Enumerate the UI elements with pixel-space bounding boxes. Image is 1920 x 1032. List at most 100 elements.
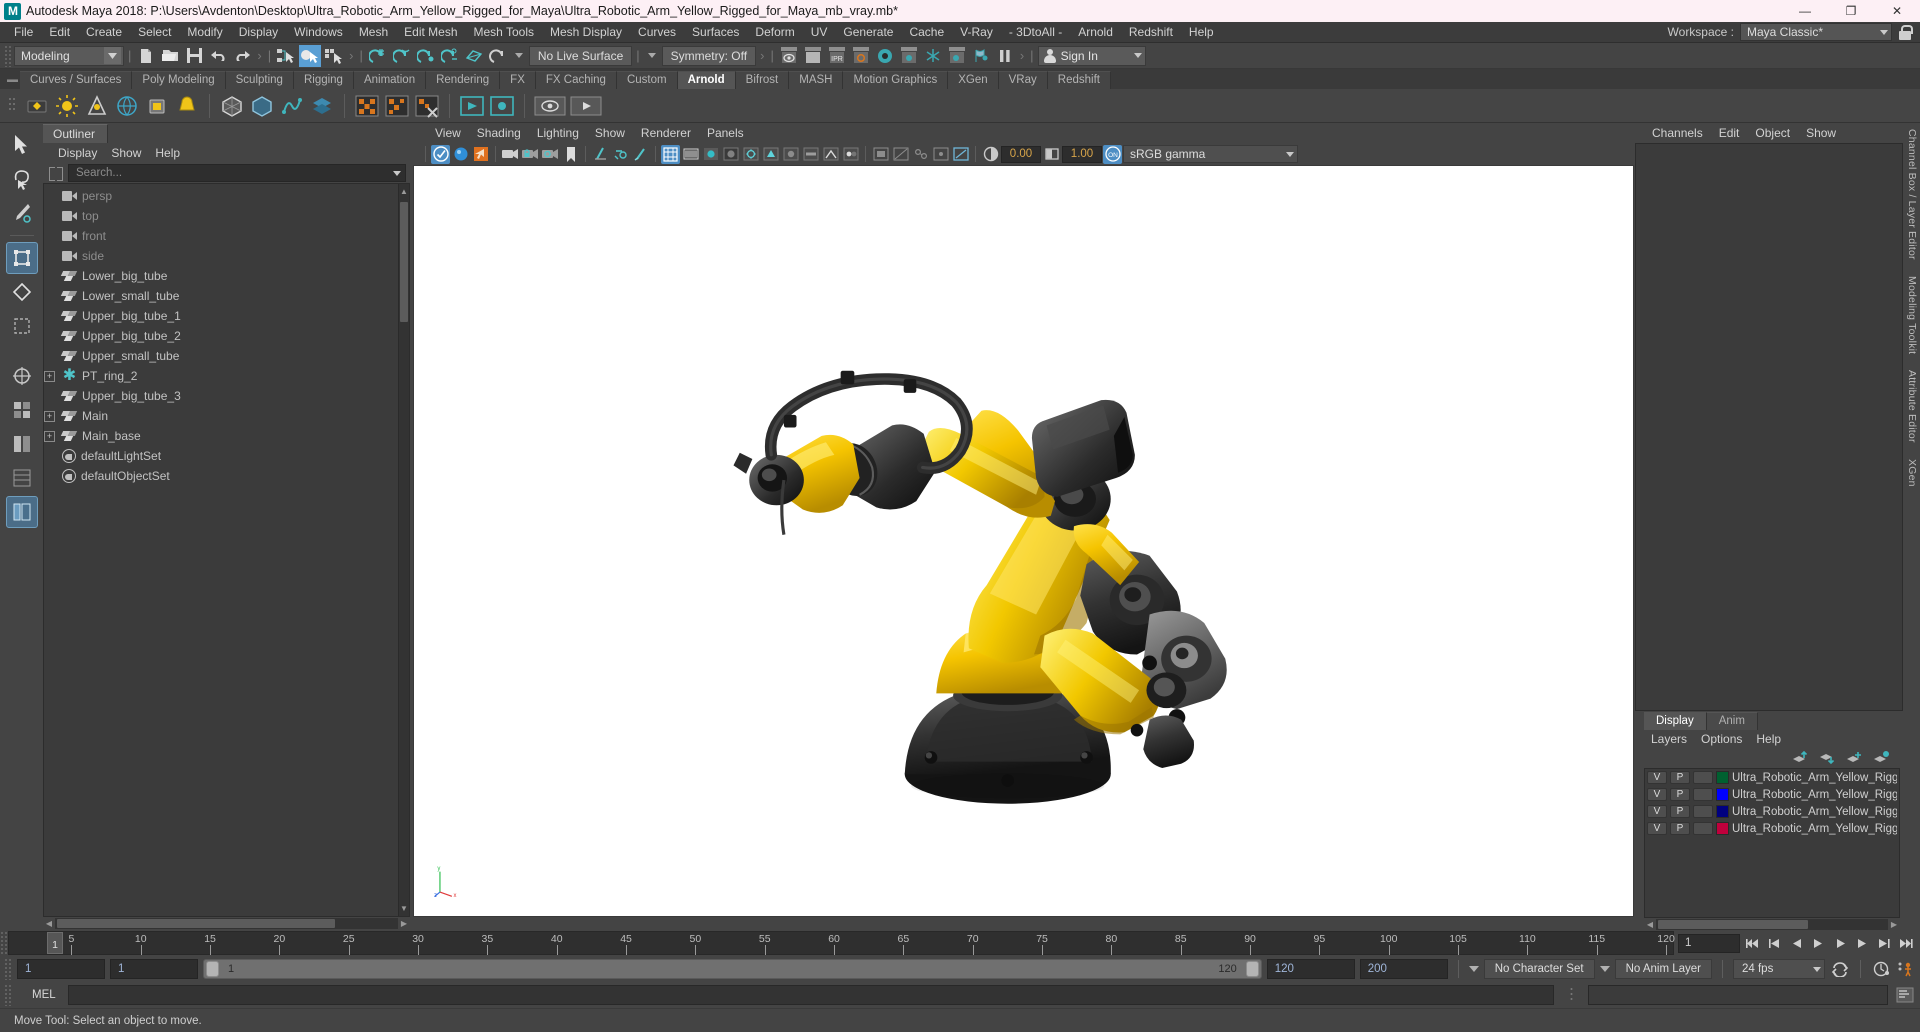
- layer-color-swatch[interactable]: [1716, 771, 1729, 784]
- channel-menu-edit[interactable]: Edit: [1711, 125, 1748, 141]
- menu-item-redshift[interactable]: Redshift: [1121, 23, 1181, 42]
- arnold-procedural-icon[interactable]: [249, 93, 275, 119]
- layer-reference-toggle[interactable]: [1693, 788, 1713, 801]
- outliner-item[interactable]: Upper_big_tube_3: [44, 386, 398, 406]
- range-right-handle[interactable]: [1245, 961, 1259, 977]
- display-layer-row[interactable]: VP Ultra_Robotic_Arm_Yellow_Rigged_Help: [1645, 803, 1899, 820]
- gamma-value-field[interactable]: 1.00: [1062, 145, 1102, 163]
- shelf-tab-rendering[interactable]: Rendering: [426, 71, 501, 89]
- layer-menu-help[interactable]: Help: [1749, 731, 1788, 747]
- snap-to-curve-icon[interactable]: [391, 45, 413, 67]
- channel-box-content[interactable]: [1635, 143, 1903, 711]
- layer-visibility-toggle[interactable]: V: [1647, 788, 1667, 801]
- close-button[interactable]: ✕: [1874, 0, 1920, 22]
- menu-item-display[interactable]: Display: [231, 23, 286, 42]
- save-scene-icon[interactable]: [183, 45, 205, 67]
- menu-item-deform[interactable]: Deform: [747, 23, 802, 42]
- menu-item-mesh-display[interactable]: Mesh Display: [542, 23, 630, 42]
- outliner-menu-show[interactable]: Show: [104, 145, 148, 161]
- shelf-tab-bifrost[interactable]: Bifrost: [735, 71, 790, 89]
- select-by-object-type-icon[interactable]: [299, 44, 322, 67]
- shelf-tab-sculpting[interactable]: Sculpting: [225, 71, 294, 89]
- layer-menu-layers[interactable]: Layers: [1644, 731, 1694, 747]
- lock-icon[interactable]: [1898, 24, 1913, 40]
- expand-toggle-icon[interactable]: +: [44, 410, 55, 422]
- go-to-end-icon[interactable]: [1896, 933, 1916, 953]
- hscroll-thumb[interactable]: [57, 919, 335, 928]
- show-manipulator-tool-icon[interactable]: [6, 360, 38, 392]
- shelf-tab-animation[interactable]: Animation: [353, 71, 427, 89]
- arnold-play-icon[interactable]: [570, 93, 602, 119]
- menu-item-mesh[interactable]: Mesh: [351, 23, 396, 42]
- select-tool-icon[interactable]: [6, 129, 38, 161]
- color-space-dropdown[interactable]: sRGB gamma: [1123, 145, 1298, 163]
- outliner-item[interactable]: Lower_small_tube: [44, 286, 398, 306]
- outliner-tab[interactable]: Outliner: [43, 124, 109, 143]
- arnold-layers-icon[interactable]: [309, 93, 335, 119]
- open-scene-icon[interactable]: [159, 45, 181, 67]
- camera-settings-icon[interactable]: [541, 145, 560, 164]
- outliner-menu-help[interactable]: Help: [148, 145, 187, 161]
- arnold-volume-icon[interactable]: [144, 93, 170, 119]
- anim-layer-field[interactable]: No Anim Layer: [1614, 959, 1712, 979]
- image-plane-icon[interactable]: [471, 145, 490, 164]
- vtab-modeling-toolkit[interactable]: Modeling Toolkit: [1906, 276, 1918, 354]
- live-surface-field[interactable]: No Live Surface: [528, 45, 633, 66]
- shadows-icon[interactable]: [761, 145, 780, 164]
- scroll-up-arrow[interactable]: ▲: [400, 186, 408, 197]
- layer-horizontal-scrollbar[interactable]: ◀ ▶: [1644, 918, 1900, 930]
- isolate-select-icon[interactable]: [871, 145, 890, 164]
- workspace-dropdown[interactable]: Maya Classic*: [1740, 23, 1892, 41]
- current-frame-field[interactable]: 1: [1678, 933, 1740, 953]
- render-current-frame-icon[interactable]: [778, 45, 800, 67]
- layer-visibility-toggle[interactable]: V: [1647, 805, 1667, 818]
- menu-item-windows[interactable]: Windows: [286, 23, 351, 42]
- outliner-item[interactable]: top: [44, 206, 398, 226]
- arnold-show-icon[interactable]: [534, 93, 566, 119]
- select-by-hierarchy-icon[interactable]: [275, 45, 297, 67]
- playback-speed-dropdown[interactable]: 24 fps: [1733, 959, 1825, 979]
- display-layer-row[interactable]: VP Ultra_Robotic_Arm_Yellow_Rigged_Cont: [1645, 786, 1899, 803]
- lasso-tool-icon[interactable]: [6, 163, 38, 195]
- xray-icon[interactable]: [891, 145, 910, 164]
- move-tool-icon[interactable]: [5, 242, 38, 274]
- viewport-menu-renderer[interactable]: Renderer: [633, 125, 699, 141]
- layer-reference-toggle[interactable]: [1693, 771, 1713, 784]
- outliner-item[interactable]: front: [44, 226, 398, 246]
- hscroll-track[interactable]: [55, 918, 398, 929]
- arnold-sky-icon[interactable]: [114, 93, 140, 119]
- step-forward-key-icon[interactable]: [1874, 933, 1894, 953]
- outliner-item[interactable]: Upper_big_tube_1: [44, 306, 398, 326]
- motion-blur-icon[interactable]: [801, 145, 820, 164]
- arnold-curve-collector-icon[interactable]: [279, 93, 305, 119]
- vtab-xgen[interactable]: XGen: [1906, 459, 1918, 487]
- display-layer-row[interactable]: VP Ultra_Robotic_Arm_Yellow_Rigged_Bone: [1645, 769, 1899, 786]
- ipr-render-icon[interactable]: IPR: [826, 45, 848, 67]
- make-live-icon[interactable]: [487, 45, 509, 67]
- arnold-standin-icon[interactable]: [219, 93, 245, 119]
- current-time-indicator[interactable]: 1: [47, 932, 63, 954]
- outliner-item[interactable]: + ✱ PT_ring_2: [44, 366, 398, 386]
- channel-menu-show[interactable]: Show: [1798, 125, 1844, 141]
- layer-playback-toggle[interactable]: P: [1670, 805, 1690, 818]
- layer-playback-toggle[interactable]: P: [1670, 822, 1690, 835]
- play-forwards-icon[interactable]: [1830, 933, 1850, 953]
- command-language-label[interactable]: MEL: [18, 989, 62, 1001]
- layer-reference-toggle[interactable]: [1693, 805, 1713, 818]
- hscroll-thumb[interactable]: [1658, 919, 1808, 929]
- shelf-tab-rigging[interactable]: Rigging: [293, 71, 354, 89]
- multisample-aa-icon[interactable]: [821, 145, 840, 164]
- command-input[interactable]: [67, 985, 1554, 1005]
- character-set-field[interactable]: No Character Set: [1483, 959, 1595, 979]
- persp-outliner-layout-icon[interactable]: [5, 496, 38, 528]
- scroll-left-arrow[interactable]: ◀: [1644, 919, 1656, 930]
- arnold-flush-cache-icon[interactable]: [414, 93, 440, 119]
- shelf-tab-custom[interactable]: Custom: [616, 71, 678, 89]
- undo-icon[interactable]: [207, 45, 229, 67]
- arnold-photometric-light-icon[interactable]: [174, 93, 200, 119]
- command-grip-dots-icon[interactable]: [1560, 985, 1582, 1005]
- shelf-tab-fx-caching[interactable]: FX Caching: [535, 71, 617, 89]
- redo-icon[interactable]: [231, 45, 253, 67]
- channel-menu-object[interactable]: Object: [1747, 125, 1798, 141]
- range-slider[interactable]: 1 120: [203, 959, 1262, 979]
